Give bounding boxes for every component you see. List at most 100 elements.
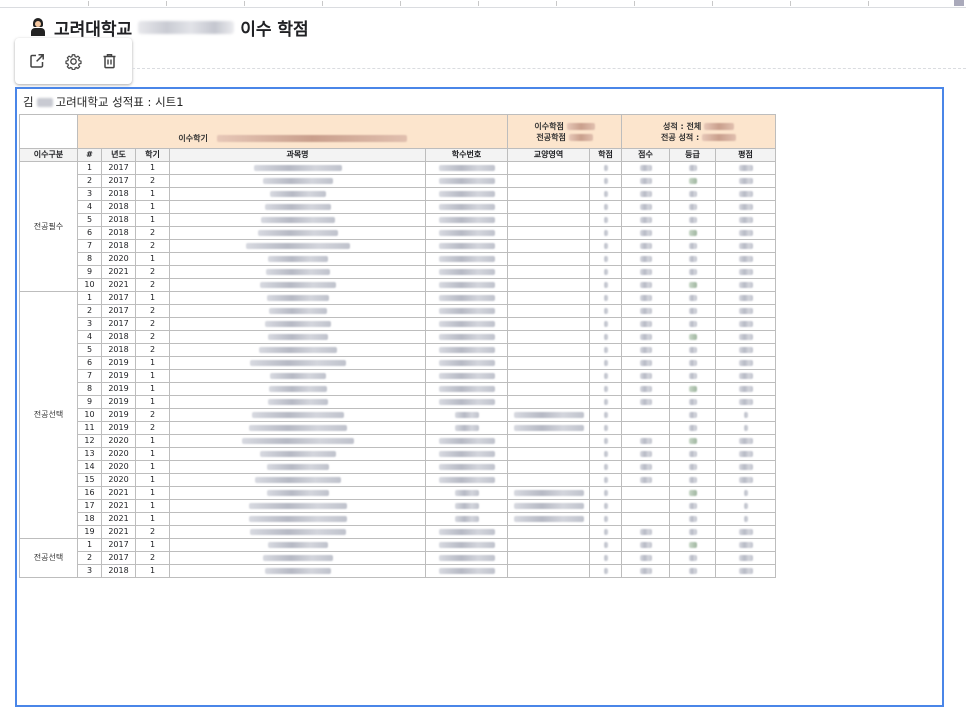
- settings-button[interactable]: [58, 46, 88, 76]
- course-code-cell: [425, 317, 508, 331]
- grade-cell: [669, 512, 716, 526]
- table-row: 10 2021 2: [20, 278, 776, 292]
- credit-cell: [589, 382, 622, 396]
- redacted-name: [36, 97, 53, 107]
- credit-cell: [589, 239, 622, 253]
- grade-cell: [669, 213, 716, 227]
- course-code-cell: [425, 213, 508, 227]
- course-code-cell: [425, 473, 508, 487]
- embedded-sheet[interactable]: 김 고려대학교 성적표 : 시트1 이수학기 이수학점 전공학점 성적 : 전체…: [15, 87, 944, 707]
- row-number: 17: [77, 499, 102, 513]
- grade-cell: [669, 382, 716, 396]
- gpa-cell: [715, 434, 776, 448]
- course-code-cell: [425, 343, 508, 357]
- table-row: 전공선택 1 2017 1: [19, 538, 776, 578]
- table-row: 19 2021 2: [20, 525, 776, 539]
- category-cell: 전공필수: [19, 161, 78, 292]
- score-cell: [621, 330, 670, 344]
- row-number: 2: [77, 304, 102, 318]
- grade-cell: [669, 551, 716, 565]
- grade-cell: [669, 434, 716, 448]
- liberal-area-cell: [507, 395, 590, 409]
- score-cell: [621, 239, 670, 253]
- row-number: 9: [77, 395, 102, 409]
- liberal-area-cell: [507, 369, 590, 383]
- table-row: 7 2018 2: [20, 239, 776, 253]
- row-number: 2: [77, 174, 102, 188]
- subject-cell: [169, 226, 426, 240]
- column-header: 년도: [101, 148, 136, 162]
- score-cell: [621, 473, 670, 487]
- delete-button[interactable]: [95, 46, 125, 76]
- liberal-area-cell: [507, 317, 590, 331]
- score-cell: [621, 356, 670, 370]
- course-code-cell: [425, 291, 508, 305]
- ruler-handle[interactable]: [954, 0, 964, 6]
- gpa-cell: [715, 369, 776, 383]
- liberal-area-cell: [507, 239, 590, 253]
- semester-cell: 1: [135, 356, 170, 370]
- table-row: 3 2017 2: [20, 317, 776, 331]
- semester-summary-cell: 이수학기: [77, 114, 508, 149]
- subject-cell: [169, 395, 426, 409]
- gpa-cell: [715, 421, 776, 435]
- grade-cell: [669, 252, 716, 266]
- gpa-cell: [715, 395, 776, 409]
- open-external-button[interactable]: [22, 46, 52, 76]
- gpa-cell: [715, 499, 776, 513]
- table-row: 6 2019 1: [20, 356, 776, 370]
- score-cell: [621, 226, 670, 240]
- gpa-cell: [715, 551, 776, 565]
- category-cell: 전공선택: [19, 538, 78, 578]
- liberal-area-cell: [507, 421, 590, 435]
- gpa-cell: [715, 161, 776, 175]
- course-code-cell: [425, 499, 508, 513]
- score-cell: [621, 408, 670, 422]
- year-cell: 2019: [101, 395, 136, 409]
- score-cell: [621, 538, 670, 552]
- year-cell: 2017: [101, 538, 136, 552]
- liberal-area-cell: [507, 486, 590, 500]
- score-cell: [621, 161, 670, 175]
- grade-cell: [669, 486, 716, 500]
- course-code-cell: [425, 538, 508, 552]
- credit-cell: [589, 512, 622, 526]
- year-cell: 2020: [101, 447, 136, 461]
- gpa-cell: [715, 382, 776, 396]
- score-cell: [621, 499, 670, 513]
- course-code-cell: [425, 369, 508, 383]
- grade-cell: [669, 538, 716, 552]
- credit-cell: [589, 395, 622, 409]
- column-header: 등급: [669, 148, 716, 162]
- year-cell: 2019: [101, 369, 136, 383]
- subject-cell: [169, 317, 426, 331]
- page-title-prefix: 고려대학교: [54, 19, 133, 40]
- course-code-cell: [425, 226, 508, 240]
- row-number: 4: [77, 330, 102, 344]
- liberal-area-cell: [507, 382, 590, 396]
- semester-cell: 1: [135, 200, 170, 214]
- category-cell: 전공선택: [19, 291, 78, 539]
- course-code-cell: [425, 447, 508, 461]
- table-row: 2 2017 2: [20, 174, 776, 188]
- subject-cell: [169, 330, 426, 344]
- year-cell: 2017: [101, 304, 136, 318]
- table-row: 전공선택 1 2017 1: [19, 291, 776, 539]
- course-code-cell: [425, 486, 508, 500]
- year-cell: 2018: [101, 343, 136, 357]
- credit-cell: [589, 473, 622, 487]
- score-cell: [621, 265, 670, 279]
- score-cell: [621, 564, 670, 578]
- liberal-area-cell: [507, 330, 590, 344]
- course-code-cell: [425, 382, 508, 396]
- row-number: 7: [77, 239, 102, 253]
- sheet-title-prefix: 김: [23, 95, 34, 109]
- subject-cell: [169, 265, 426, 279]
- semester-cell: 1: [135, 538, 170, 552]
- credit-cell: [589, 161, 622, 175]
- credit-cell: [589, 187, 622, 201]
- row-number: 18: [77, 512, 102, 526]
- gpa-cell: [715, 447, 776, 461]
- credit-cell: [589, 200, 622, 214]
- liberal-area-cell: [507, 408, 590, 422]
